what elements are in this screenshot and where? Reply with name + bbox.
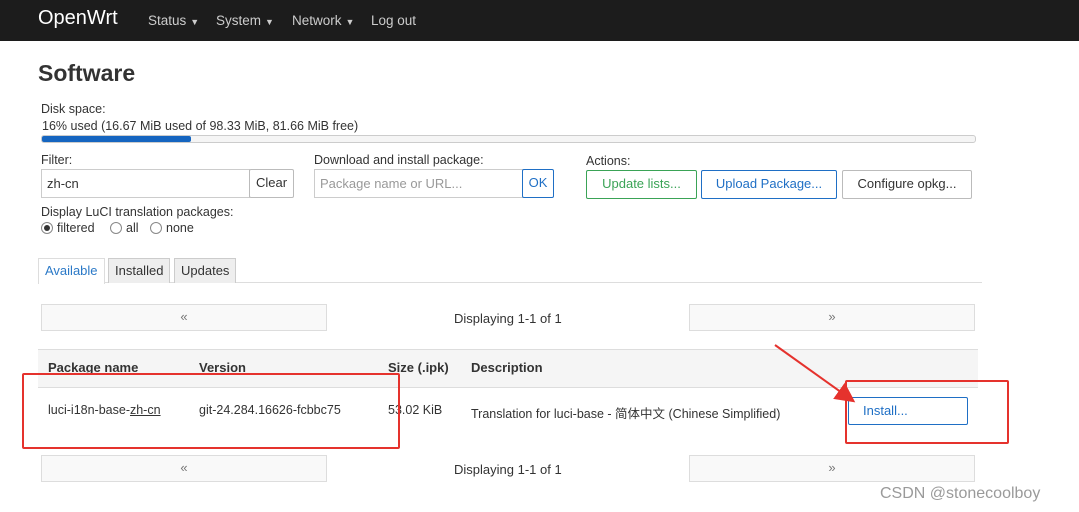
watermark-text: CSDN @stonecoolboy: [880, 485, 1041, 502]
annotation-arrow-icon: [774, 344, 856, 403]
